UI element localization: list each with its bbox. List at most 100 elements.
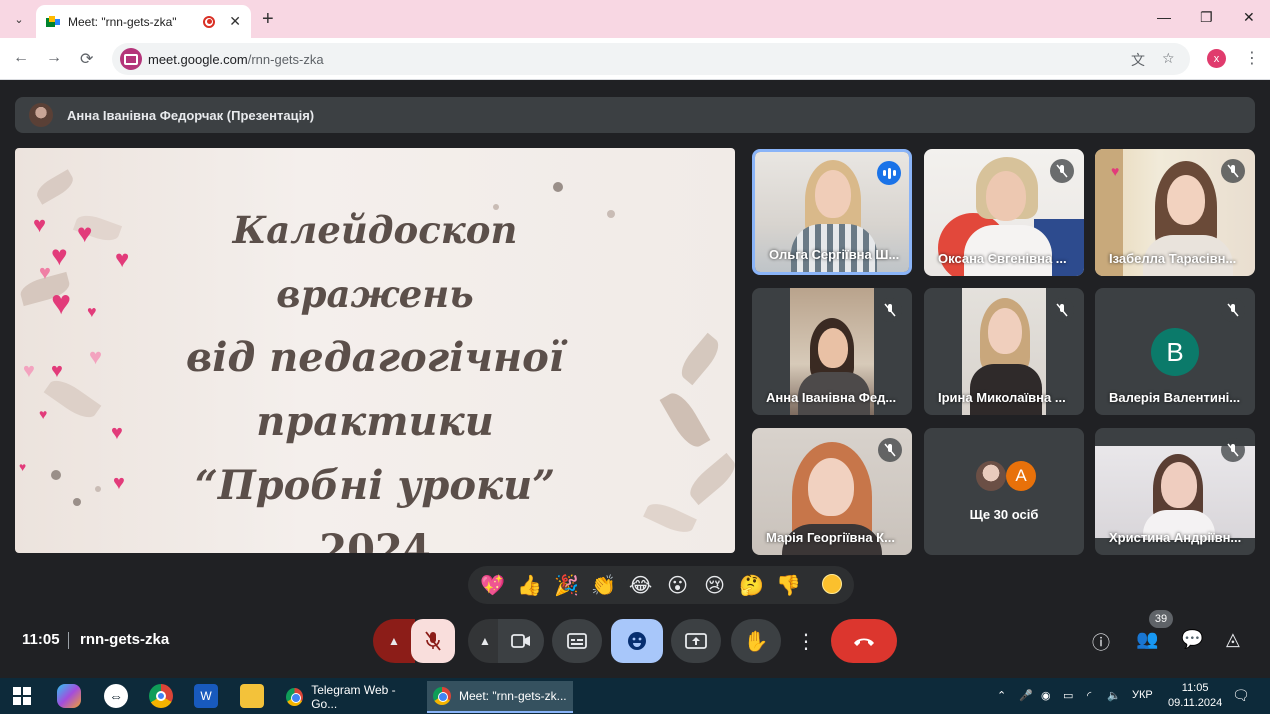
tray-battery-icon[interactable]: ▭ [1063,689,1073,702]
slide-line-1: Калейдоскоп вражень [232,208,518,316]
url-text: meet.google.com/rnn-gets-zka [148,51,324,67]
heart-icon: ♥ [87,304,97,321]
reaction-party-button[interactable]: 🎉 [548,567,585,603]
close-window-button[interactable]: ✕ [1243,9,1255,26]
maximize-button[interactable]: ❐ [1200,9,1213,26]
dot-decoration [95,486,101,492]
meeting-time: 11:05 [22,631,60,648]
participant-name: Ольга Сергіївна Ш... [769,247,900,262]
new-tab-button[interactable]: + [262,8,274,31]
leaf-decoration [643,498,697,538]
heart-icon: ♥ [23,360,35,382]
participant-tile[interactable]: Оксана Євгенівна ... [924,149,1084,276]
input-language[interactable]: УКР [1132,689,1153,701]
mic-off-icon [1221,438,1245,462]
slide-line-5: 2024 [319,526,431,553]
reaction-thumbs-up-button[interactable]: 👍 [511,567,548,603]
emoji-smile-icon [628,632,646,650]
video-options-button[interactable]: ▲ [468,619,502,663]
activities-icon[interactable]: ◬ [1226,629,1240,650]
browser-menu-icon[interactable]: ⋮ [1244,48,1260,68]
back-icon[interactable]: ← [13,49,29,67]
teamviewer-icon[interactable]: ⇔ [104,684,128,708]
profile-avatar[interactable]: x [1207,49,1226,68]
participant-tile[interactable]: Ольга Сергіївна Ш... [752,149,912,275]
presenter-bar: Анна Іванівна Федорчак (Презентація) [15,97,1255,133]
skin-tone-selector[interactable] [822,574,842,594]
tray-volume-icon[interactable]: 🔈 [1107,689,1121,702]
tray-viber-icon[interactable]: ◉ [1041,689,1051,702]
present-screen-button[interactable] [671,619,721,663]
tab-close-button[interactable]: ✕ [229,13,241,30]
reaction-thumbs-down-button[interactable]: 👎 [770,567,807,603]
meeting-code: rnn-gets-zka [80,631,170,648]
participant-tile[interactable]: Христина Андріївн... [1095,428,1255,555]
site-info-icon[interactable] [120,48,142,70]
copilot-icon[interactable] [57,684,81,708]
file-explorer-icon[interactable] [240,684,264,708]
meeting-details-icon[interactable]: ⓘ [1092,629,1110,655]
tab-search-chevron-icon[interactable]: ⌄ [8,8,30,30]
chat-icon[interactable]: 💬 [1181,629,1203,650]
participant-count-badge: 39 [1149,610,1173,628]
notifications-icon[interactable]: 🗨 [1232,687,1250,704]
participant-name: Христина Андріївн... [1109,530,1242,545]
minimize-button[interactable]: — [1157,9,1171,25]
more-participants-avatars: A [976,461,1036,491]
mic-off-icon [1221,298,1245,322]
system-clock[interactable]: 11:05 09.11.2024 [1168,681,1222,711]
participant-tile[interactable]: В Валерія Валентині... [1095,288,1255,415]
captions-button[interactable] [552,619,602,663]
raise-hand-button[interactable]: ✋ [731,619,781,663]
url-field[interactable]: meet.google.com/rnn-gets-zka [112,43,1190,75]
heart-icon: ♥ [51,360,63,382]
more-participants-tile[interactable]: A Ще 30 осіб [924,428,1084,555]
taskbar-app-meet[interactable]: Meet: "rnn-gets-zk... [427,681,573,713]
mic-off-icon [878,438,902,462]
leaf-decoration [33,169,77,205]
chrome-icon [286,688,304,706]
mic-off-icon [1050,298,1074,322]
bookmark-star-icon[interactable]: ☆ [1162,50,1175,67]
reactions-toggle-button[interactable] [611,619,663,663]
taskbar-app-telegram[interactable]: Telegram Web - Go... [280,681,420,713]
reaction-sparkling-heart-button[interactable]: 💖 [474,567,511,603]
reaction-laugh-button[interactable]: 😂 [622,567,659,603]
reaction-sad-button[interactable]: 😢 [696,567,733,603]
tab-title: Meet: "rnn-gets-zka" [68,14,177,29]
audio-options-button[interactable]: ▲ [373,619,415,663]
dot-decoration [73,498,81,506]
participant-tile[interactable]: Ірина Миколаївна ... [924,288,1084,415]
people-icon[interactable]: 👥 [1136,629,1158,650]
participant-tile[interactable]: Марія Георгіївна К... [752,428,912,555]
tray-chevron-up-icon[interactable]: ⌃ [997,689,1006,702]
presenter-name: Анна Іванівна Федорчак (Презентація) [67,107,315,123]
more-options-button[interactable]: ⋮ [791,619,821,663]
heart-icon: ♥ [19,460,27,474]
camera-toggle-button[interactable] [498,619,544,663]
reload-icon[interactable]: ⟳ [80,49,93,69]
tray-mic-icon[interactable]: 🎤 [1019,689,1033,702]
divider [68,632,69,649]
video-camera-icon [511,634,530,648]
translate-icon[interactable]: 文 [1131,50,1145,70]
taskbar-app-label: Meet: "rnn-gets-zk... [459,689,567,703]
tray-wifi-icon[interactable]: ◜ [1087,689,1091,702]
forward-icon[interactable]: → [46,49,62,67]
leave-call-button[interactable] [831,619,897,663]
taskbar [0,678,1270,714]
tab-meet[interactable]: Meet: "rnn-gets-zka" ✕ [36,5,251,38]
windows-start-icon[interactable] [10,684,34,708]
reaction-clap-button[interactable]: 👏 [585,567,622,603]
dot-decoration [51,470,61,480]
heart-icon: ♥ [113,472,125,494]
participant-tile[interactable]: ♥ Ізабелла Тарасівн... [1095,149,1255,276]
heart-reaction-icon: ♥ [1111,163,1120,179]
reaction-surprised-button[interactable]: 😮 [659,567,696,603]
participant-tile[interactable]: Анна Іванівна Фед... [752,288,912,415]
microphone-toggle-button[interactable] [411,619,455,663]
chrome-icon [433,687,451,705]
word-icon[interactable]: W [194,684,218,708]
chrome-icon[interactable] [149,684,173,708]
reaction-thinking-button[interactable]: 🤔 [733,567,770,603]
